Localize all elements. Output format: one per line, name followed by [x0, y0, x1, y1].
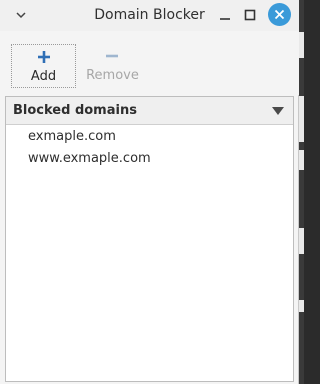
toolbar: Add Remove: [0, 31, 299, 95]
close-icon[interactable]: [268, 3, 291, 26]
background-window-edge: [299, 0, 304, 384]
minus-icon: [106, 54, 118, 58]
sort-down-arrow-icon[interactable]: [272, 107, 284, 115]
minimize-icon[interactable]: [215, 5, 235, 25]
list-header[interactable]: Blocked domains: [6, 97, 293, 125]
list-rows: exmaple.com www.exmaple.com: [6, 126, 293, 170]
add-button[interactable]: Add: [11, 44, 76, 88]
maximize-icon[interactable]: [240, 5, 260, 25]
add-label: Add: [30, 69, 57, 84]
list-item[interactable]: exmaple.com: [6, 126, 293, 148]
list-item[interactable]: www.exmaple.com: [6, 148, 293, 170]
title-bar: Domain Blocker: [0, 0, 299, 31]
remove-button[interactable]: Remove: [80, 44, 145, 88]
plus-icon: [38, 51, 50, 63]
blocked-domains-list[interactable]: Blocked domains exmaple.com www.exmaple.…: [5, 96, 294, 382]
domain-blocker-window: Domain Blocker Add Remove Blocked domain…: [0, 0, 299, 384]
remove-label: Remove: [86, 68, 139, 83]
list-header-label: Blocked domains: [13, 103, 137, 118]
